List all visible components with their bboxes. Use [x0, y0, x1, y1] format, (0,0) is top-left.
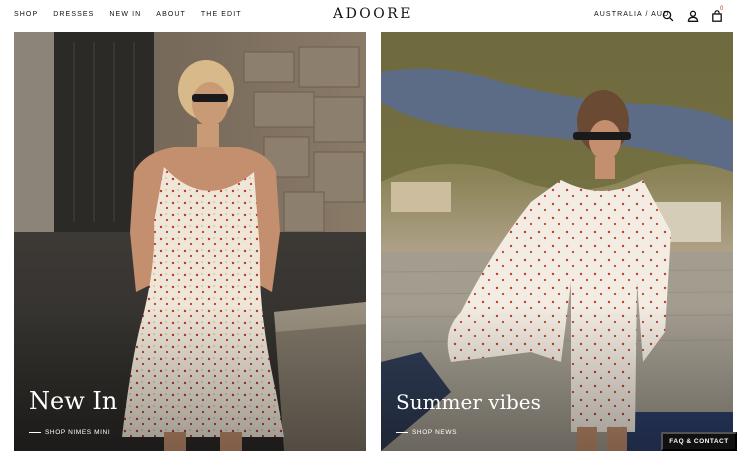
search-icon[interactable] — [661, 9, 675, 23]
brand-logo[interactable]: ADOORE — [333, 6, 413, 22]
link-rule — [29, 432, 41, 433]
shop-nimes-mini-link[interactable]: SHOP NIMES MINI — [29, 429, 110, 436]
tile-title: Summer vibes — [396, 390, 541, 414]
nav-item-dresses[interactable]: DRESSES — [53, 11, 94, 18]
tile-title: New In — [29, 387, 118, 415]
account-icon[interactable] — [686, 9, 700, 23]
link-rule — [396, 432, 408, 433]
cart-count-badge: 0 — [720, 6, 724, 12]
locale-selector[interactable]: AUSTRALIA / AUD — [594, 11, 669, 18]
promo-tile-new-in[interactable]: New In SHOP NIMES MINI — [14, 32, 366, 451]
faq-contact-button[interactable]: FAQ & CONTACT — [661, 432, 737, 451]
promo-tile-summer-vibes[interactable]: Summer vibes SHOP NEWS — [381, 32, 733, 451]
nav-item-shop[interactable]: SHOP — [14, 11, 38, 18]
tile-photo — [381, 32, 733, 451]
tile-link-label: SHOP NIMES MINI — [45, 429, 111, 436]
shop-news-link[interactable]: SHOP NEWS — [396, 429, 457, 436]
nav-item-the-edit[interactable]: THE EDIT — [201, 11, 242, 18]
nav-item-about[interactable]: ABOUT — [156, 11, 186, 18]
tile-link-label: SHOP NEWS — [412, 429, 458, 436]
main-nav: SHOP DRESSES NEW IN ABOUT THE EDIT — [14, 11, 257, 18]
nav-item-new-in[interactable]: NEW IN — [109, 11, 141, 18]
site-header: SHOP DRESSES NEW IN ABOUT THE EDIT ADOOR… — [0, 0, 746, 32]
